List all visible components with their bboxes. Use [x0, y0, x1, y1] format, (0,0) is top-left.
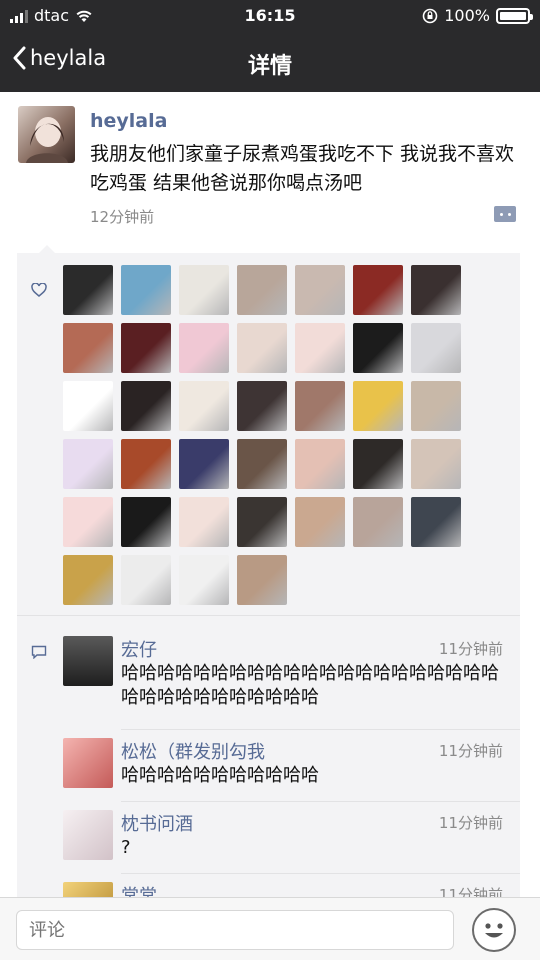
liker-avatar[interactable]	[121, 265, 171, 315]
comment-divider	[121, 729, 520, 730]
liker-avatar[interactable]	[353, 265, 403, 315]
liker-avatar[interactable]	[411, 265, 461, 315]
liker-avatar[interactable]	[63, 497, 113, 547]
commenter-avatar[interactable]	[63, 636, 113, 686]
commenter-name[interactable]: 宏仔	[121, 636, 157, 662]
liker-avatar[interactable]	[179, 555, 229, 605]
liker-avatar[interactable]	[411, 323, 461, 373]
liker-avatar[interactable]	[121, 555, 171, 605]
liker-avatar[interactable]	[237, 439, 287, 489]
liker-avatar[interactable]	[63, 439, 113, 489]
comment-time: 11分钟前	[438, 640, 503, 658]
liker-avatar[interactable]	[179, 439, 229, 489]
liker-avatar[interactable]	[121, 439, 171, 489]
comment-divider	[121, 873, 520, 874]
comment-bubble-icon	[31, 645, 47, 659]
comment-time: 11分钟前	[438, 814, 503, 832]
liker-avatar[interactable]	[295, 439, 345, 489]
liker-avatar[interactable]	[411, 497, 461, 547]
page-title: 详情	[247, 54, 292, 79]
liker-avatar[interactable]	[63, 555, 113, 605]
commenter-name[interactable]: 枕书问酒	[121, 810, 193, 836]
liker-avatar[interactable]	[353, 439, 403, 489]
comment-text: 哈哈哈哈哈哈哈哈哈哈哈	[121, 765, 319, 786]
comment-item[interactable]: 松松（群发别勾我 11分钟前 哈哈哈哈哈哈哈哈哈哈哈	[63, 738, 503, 798]
liker-avatar[interactable]	[63, 381, 113, 431]
liker-avatar[interactable]	[411, 439, 461, 489]
rotation-lock-icon	[422, 8, 438, 23]
nav-bar: heylala 详情	[0, 32, 540, 92]
liker-avatar[interactable]	[237, 265, 287, 315]
comment-input[interactable]	[16, 910, 454, 950]
heart-icon	[31, 283, 47, 297]
liker-avatar[interactable]	[63, 323, 113, 373]
liker-avatar[interactable]	[295, 497, 345, 547]
comment-divider	[121, 801, 520, 802]
comment-text: 哈哈哈哈哈哈哈哈哈哈哈哈哈哈哈哈哈哈哈哈哈哈哈哈哈哈哈哈哈哈哈哈	[121, 663, 499, 708]
comment-item[interactable]: 宏仔 11分钟前 哈哈哈哈哈哈哈哈哈哈哈哈哈哈哈哈哈哈哈哈哈哈哈哈哈哈哈哈哈哈哈…	[63, 636, 503, 736]
post-author-avatar[interactable]	[18, 106, 75, 163]
liker-avatar[interactable]	[179, 323, 229, 373]
liker-avatar[interactable]	[237, 497, 287, 547]
post-author-name[interactable]: heylala	[90, 110, 167, 132]
comment-item[interactable]: 枕书问酒 11分钟前 ?	[63, 810, 503, 870]
liker-avatar[interactable]	[121, 323, 171, 373]
commenter-avatar[interactable]	[63, 810, 113, 860]
liker-avatar[interactable]	[237, 555, 287, 605]
liker-avatar[interactable]	[121, 381, 171, 431]
commenter-avatar[interactable]	[63, 738, 113, 788]
more-dots-icon[interactable]	[494, 206, 516, 222]
comment-time: 11分钟前	[438, 742, 503, 760]
comment-text: ?	[121, 837, 131, 858]
liker-avatar[interactable]	[295, 381, 345, 431]
liker-avatar[interactable]	[353, 497, 403, 547]
liker-avatar[interactable]	[237, 381, 287, 431]
battery-percent: 100%	[444, 6, 490, 25]
status-bar: dtac 16:15 100%	[0, 0, 540, 32]
liker-avatar[interactable]	[179, 265, 229, 315]
liker-avatar[interactable]	[63, 265, 113, 315]
liker-avatar[interactable]	[295, 323, 345, 373]
likes-comments-panel: 宏仔 11分钟前 哈哈哈哈哈哈哈哈哈哈哈哈哈哈哈哈哈哈哈哈哈哈哈哈哈哈哈哈哈哈哈…	[17, 245, 520, 908]
liker-avatar[interactable]	[353, 323, 403, 373]
emoji-smile-icon[interactable]	[472, 908, 516, 952]
status-right: 100%	[422, 6, 533, 25]
likes-avatar-grid	[63, 265, 461, 605]
liker-avatar[interactable]	[179, 497, 229, 547]
liker-avatar[interactable]	[411, 381, 461, 431]
liker-avatar[interactable]	[295, 265, 345, 315]
post-timestamp: 12分钟前	[90, 208, 155, 226]
post-content: 我朋友他们家童子尿煮鸡蛋我吃不下 我说我不喜欢吃鸡蛋 结果他爸说那你喝点汤吧	[90, 143, 515, 194]
comment-input-bar	[0, 897, 540, 960]
battery-icon	[496, 7, 533, 24]
liker-avatar[interactable]	[179, 381, 229, 431]
liker-avatar[interactable]	[237, 323, 287, 373]
liker-avatar[interactable]	[353, 381, 403, 431]
likes-divider	[17, 615, 520, 616]
commenter-name[interactable]: 松松（群发别勾我	[121, 738, 265, 764]
liker-avatar[interactable]	[121, 497, 171, 547]
